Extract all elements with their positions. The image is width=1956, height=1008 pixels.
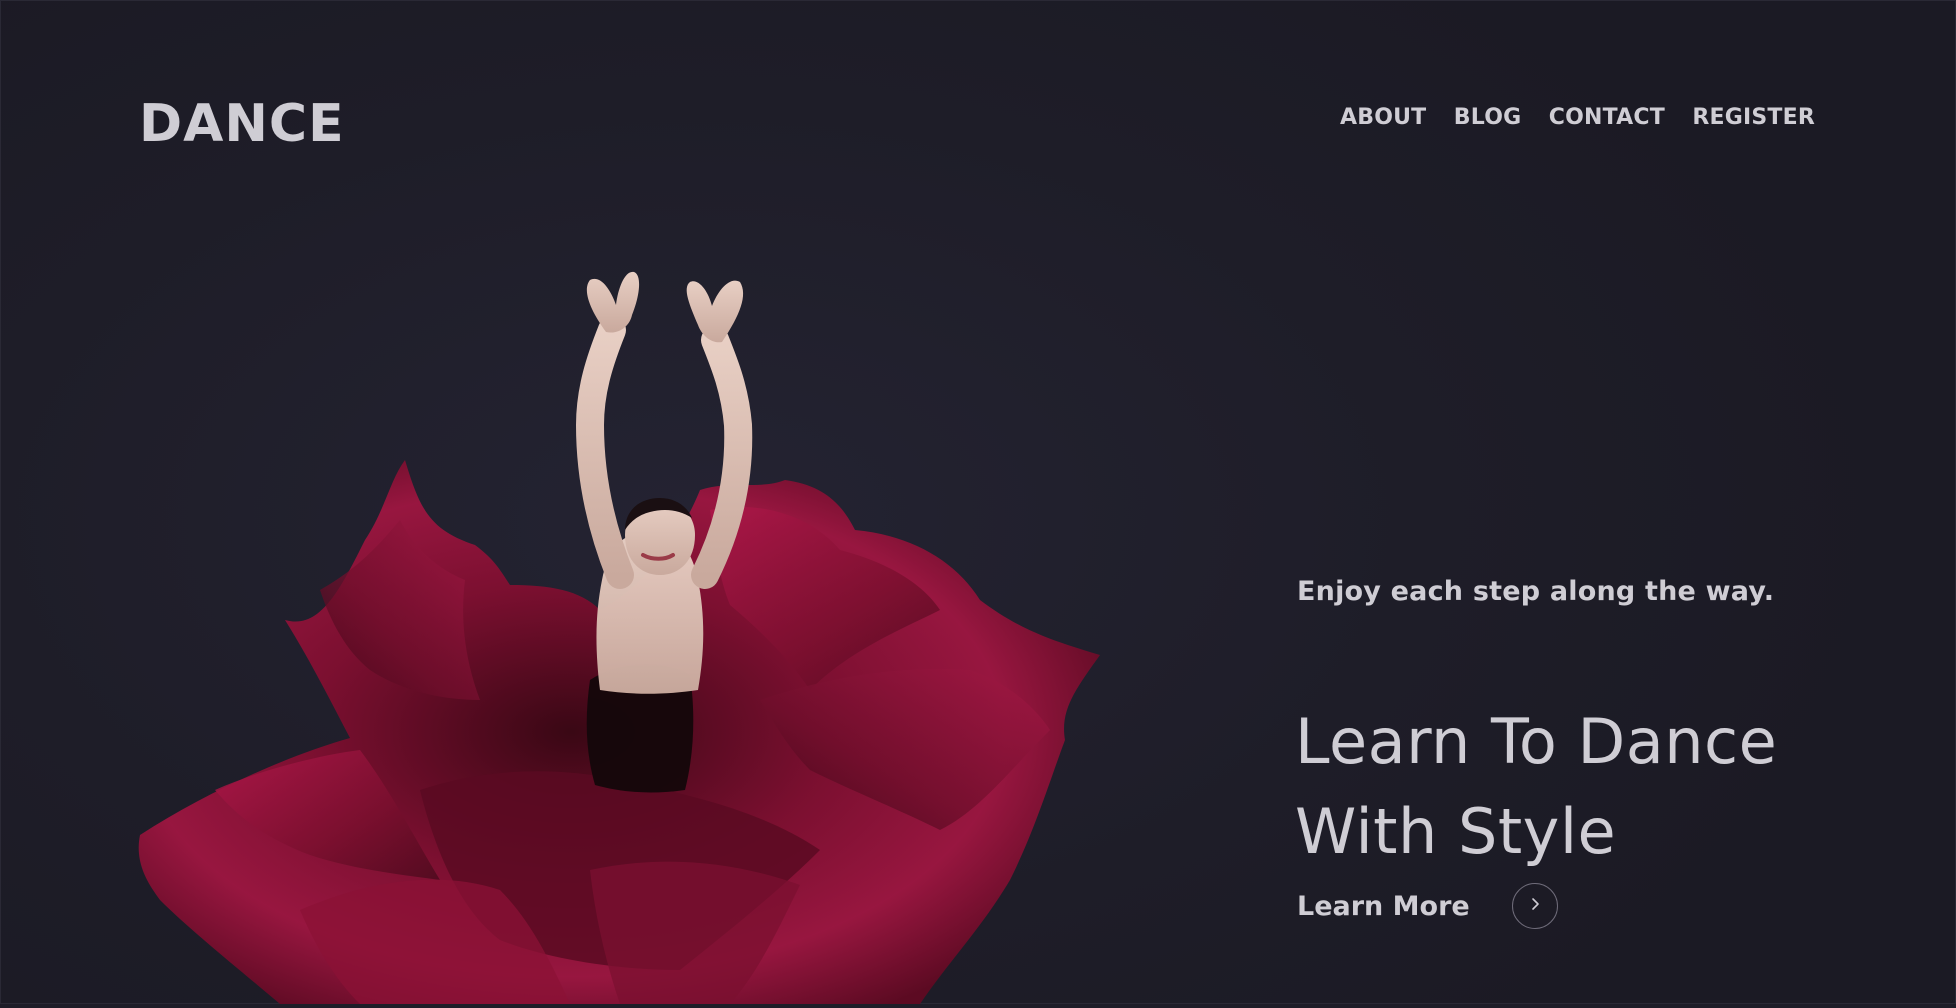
nav-item-blog[interactable]: BLOG [1454,107,1522,129]
nav-item-register[interactable]: REGISTER [1692,107,1815,129]
hero-dancer-image [120,270,1240,1004]
chevron-right-icon [1527,896,1543,916]
site-logo[interactable]: DANCE [139,98,345,150]
nav-item-about[interactable]: ABOUT [1340,107,1426,129]
hero-headline-line-1: Learn To Dance [1295,704,1778,778]
learn-more-button[interactable]: Learn More [1297,883,1558,929]
hero-headline-line-2: With Style [1295,794,1617,868]
learn-more-circle[interactable] [1511,883,1558,929]
hero-tagline: Enjoy each step along the way. [1297,576,1775,607]
main-nav: ABOUT BLOG CONTACT REGISTER [1340,107,1815,129]
nav-item-contact[interactable]: CONTACT [1549,107,1665,129]
learn-more-label: Learn More [1297,890,1470,922]
hero-headline: Learn To Dance With Style [1295,697,1855,877]
